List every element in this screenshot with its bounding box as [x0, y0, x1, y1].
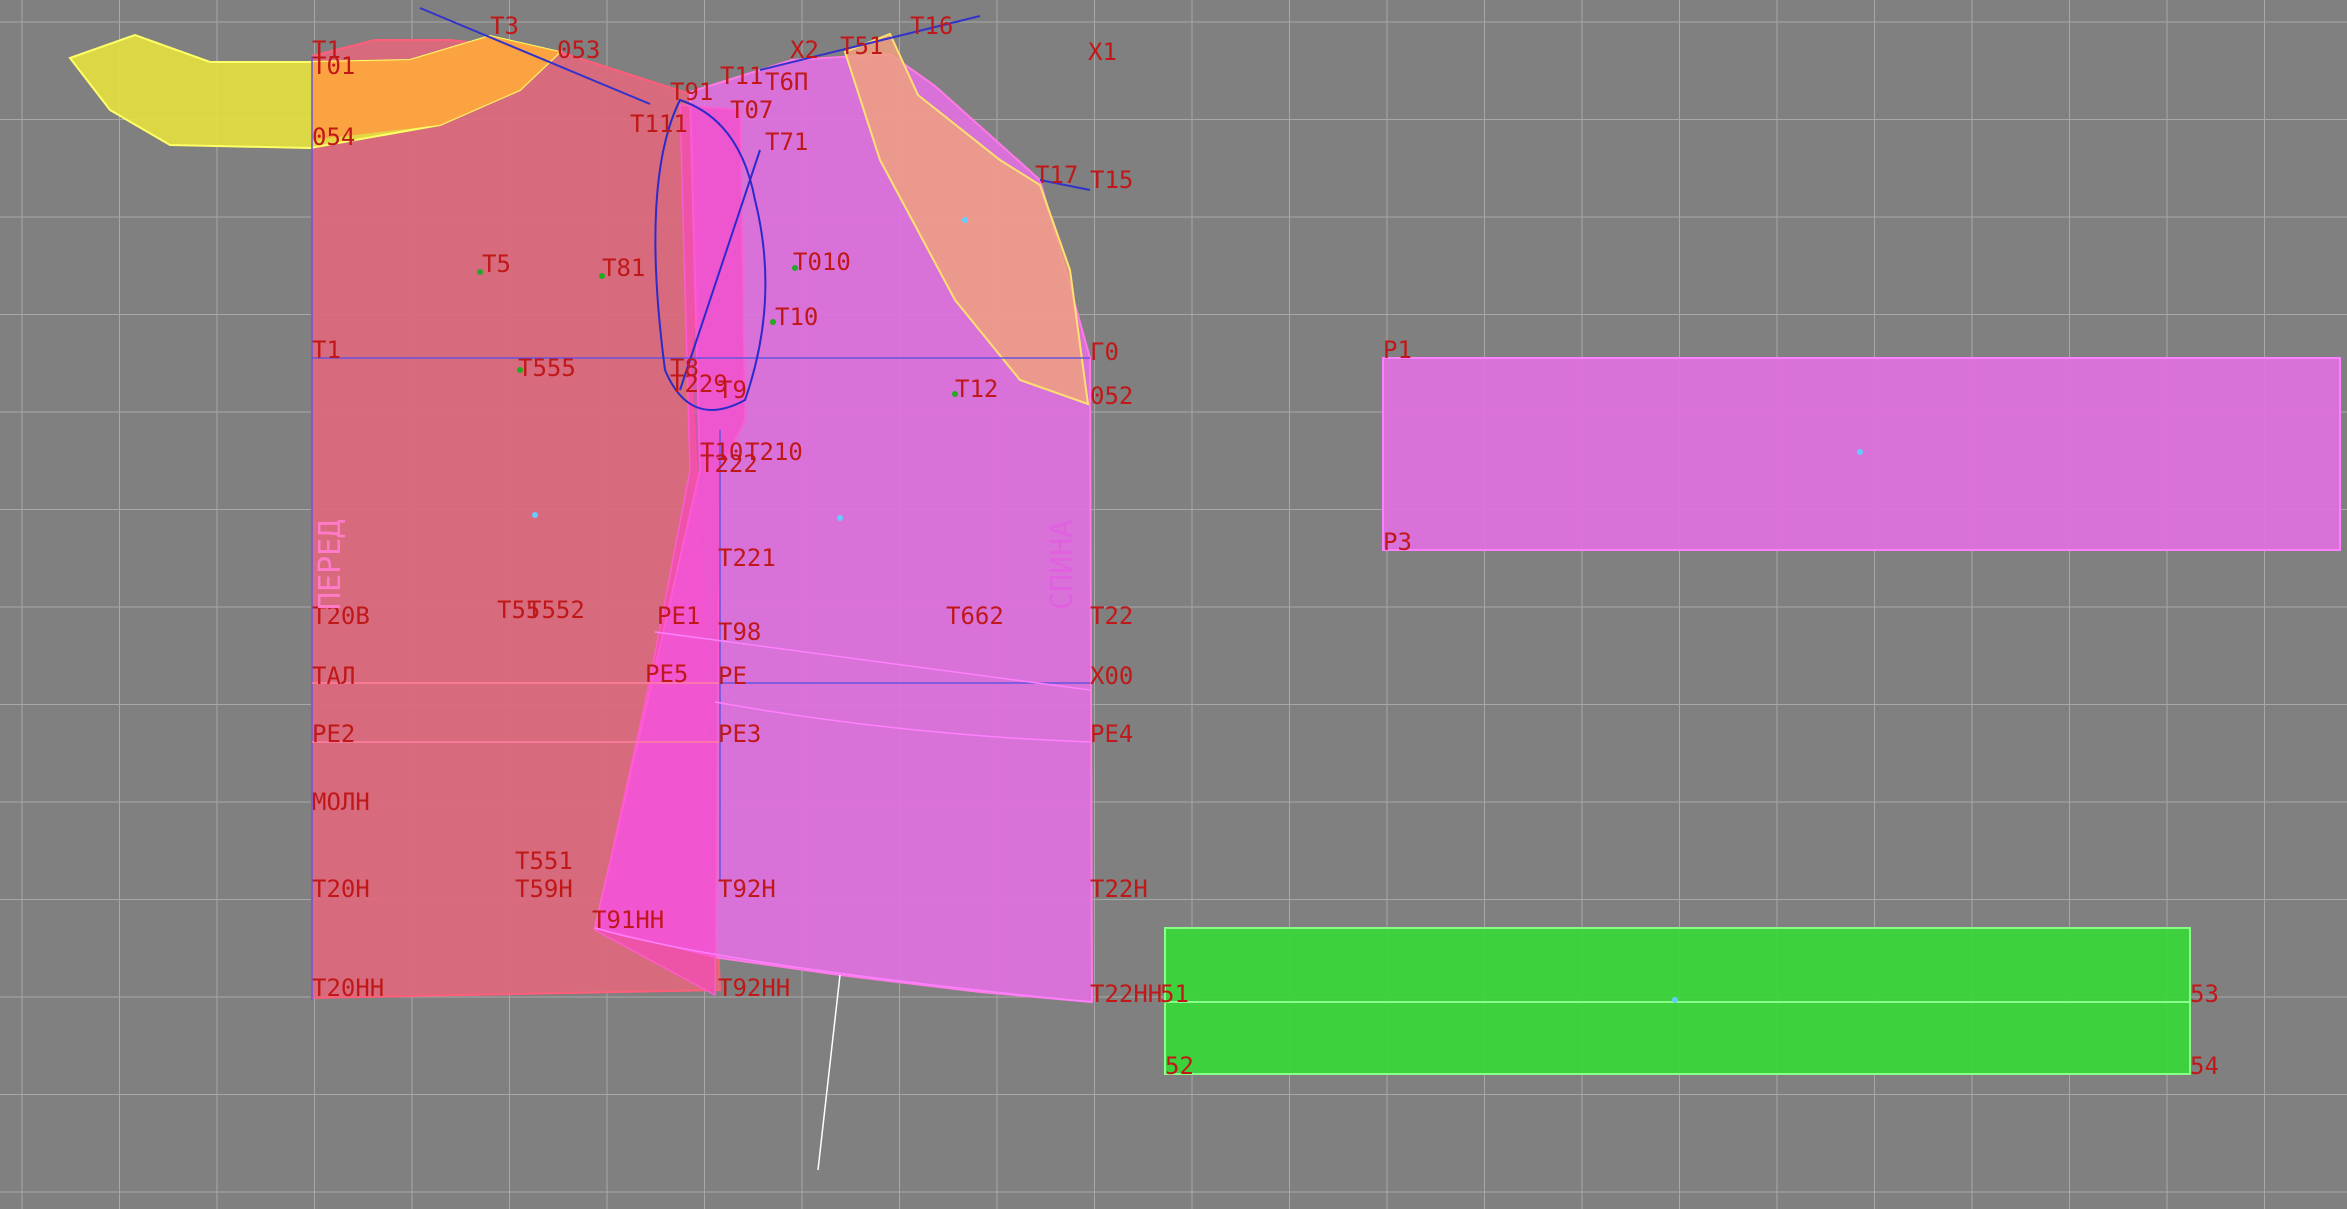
- label-t10-a: T10: [775, 303, 818, 331]
- label-53: 53: [2190, 980, 2219, 1008]
- label-t98: T98: [718, 618, 761, 646]
- label-pe4: PE4: [1090, 720, 1133, 748]
- label-t51: T51: [840, 32, 883, 60]
- label-t22h: T22H: [1090, 875, 1148, 903]
- label-p3: P3: [1383, 528, 1412, 556]
- label-t71: T71: [765, 128, 808, 156]
- label-pe: PE: [718, 662, 747, 690]
- label-t5: T5: [482, 250, 511, 278]
- label-053: 053: [557, 36, 600, 64]
- label-t01: T01: [312, 52, 355, 80]
- label-t20hh: T20HH: [312, 974, 384, 1002]
- label-t221: T221: [718, 544, 776, 572]
- label-x00: X00: [1090, 662, 1133, 690]
- label-t1-b: T1: [312, 336, 341, 364]
- label-t552: T552: [527, 596, 585, 624]
- label-054: 054: [312, 123, 355, 151]
- label-54: 54: [2190, 1052, 2219, 1080]
- label-t81: T81: [602, 254, 645, 282]
- label-x1: X1: [1088, 38, 1117, 66]
- label-p1: P1: [1383, 336, 1412, 364]
- label-t555: T555: [518, 354, 576, 382]
- label-t3: T3: [490, 12, 519, 40]
- label-t111: T111: [630, 110, 688, 138]
- label-052: 052: [1090, 382, 1133, 410]
- label-t91hh: T91HH: [592, 906, 664, 934]
- label-pe3: PE3: [718, 720, 761, 748]
- label-t92hh: T92HH: [718, 974, 790, 1002]
- label-pe1: PE1: [657, 602, 700, 630]
- pattern-canvas[interactable]: T1 T3 053 T11 X2 T51 T16 X1 T01 T91 T6П …: [0, 0, 2347, 1209]
- label-t6p: T6П: [765, 68, 808, 96]
- label-t15: T15: [1090, 166, 1133, 194]
- label-tal: TAЛ: [312, 662, 355, 690]
- label-t07: T07: [730, 96, 773, 124]
- label-t59h: T59H: [515, 875, 573, 903]
- label-t229: T229: [670, 370, 728, 398]
- label-51: 51: [1160, 980, 1189, 1008]
- label-pe2: PE2: [312, 720, 355, 748]
- label-52: 52: [1165, 1052, 1194, 1080]
- label-t22: T22: [1090, 602, 1133, 630]
- label-t010: T010: [793, 248, 851, 276]
- label-t551: T551: [515, 847, 573, 875]
- label-t11: T11: [720, 62, 763, 90]
- label-t22hh: T22HH: [1090, 980, 1162, 1008]
- label-t20h: T20H: [312, 875, 370, 903]
- front-piece-name: ПЕРЕД: [313, 520, 348, 610]
- label-t17: T17: [1035, 161, 1078, 189]
- label-t91: T91: [670, 78, 713, 106]
- label-x2: X2: [790, 36, 819, 64]
- label-pe5: PE5: [645, 660, 688, 688]
- label-t16: T16: [910, 12, 953, 40]
- label-t662: T662: [946, 602, 1004, 630]
- label-t12: T12: [955, 375, 998, 403]
- label-t222: T222: [700, 450, 758, 478]
- back-piece-name: СПИНА: [1045, 520, 1080, 610]
- label-g0: Г0: [1090, 338, 1119, 366]
- label-t92h: T92H: [718, 875, 776, 903]
- label-molh: MOЛH: [312, 788, 370, 816]
